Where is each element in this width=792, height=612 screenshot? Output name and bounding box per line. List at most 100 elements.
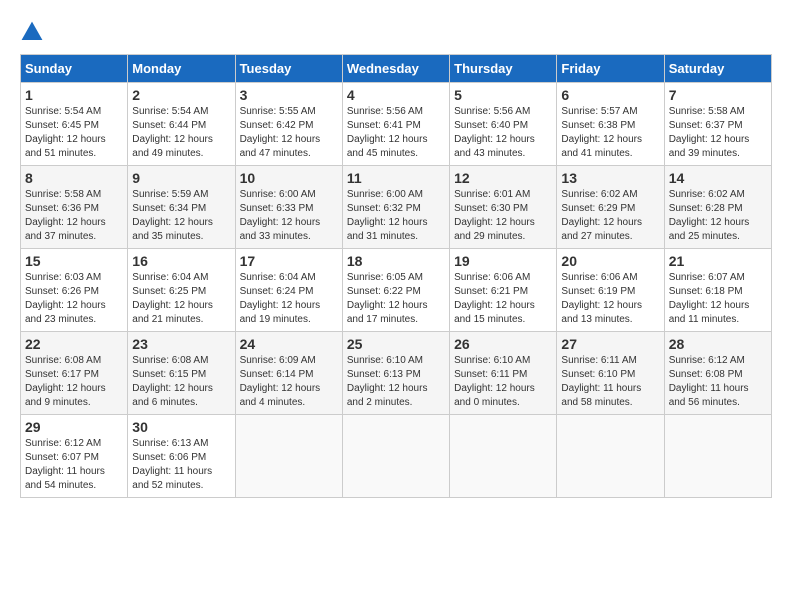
calendar-day-10: 10 Sunrise: 6:00 AMSunset: 6:33 PMDaylig… (235, 166, 342, 249)
day-number: 24 (240, 336, 338, 352)
calendar-day-29: 29 Sunrise: 6:12 AMSunset: 6:07 PMDaylig… (21, 415, 128, 498)
day-number: 11 (347, 170, 445, 186)
calendar-day-21: 21 Sunrise: 6:07 AMSunset: 6:18 PMDaylig… (664, 249, 771, 332)
calendar-day-8: 8 Sunrise: 5:58 AMSunset: 6:36 PMDayligh… (21, 166, 128, 249)
calendar-day-2: 2 Sunrise: 5:54 AMSunset: 6:44 PMDayligh… (128, 83, 235, 166)
calendar-day-28: 28 Sunrise: 6:12 AMSunset: 6:08 PMDaylig… (664, 332, 771, 415)
calendar-day-17: 17 Sunrise: 6:04 AMSunset: 6:24 PMDaylig… (235, 249, 342, 332)
calendar-day-6: 6 Sunrise: 5:57 AMSunset: 6:38 PMDayligh… (557, 83, 664, 166)
weekday-header-sunday: Sunday (21, 55, 128, 83)
day-info: Sunrise: 6:03 AMSunset: 6:26 PMDaylight:… (25, 272, 106, 325)
day-info: Sunrise: 6:08 AMSunset: 6:17 PMDaylight:… (25, 355, 106, 408)
calendar-empty (342, 415, 449, 498)
calendar-day-30: 30 Sunrise: 6:13 AMSunset: 6:06 PMDaylig… (128, 415, 235, 498)
day-info: Sunrise: 6:13 AMSunset: 6:06 PMDaylight:… (132, 438, 212, 491)
day-number: 9 (132, 170, 230, 186)
calendar-day-13: 13 Sunrise: 6:02 AMSunset: 6:29 PMDaylig… (557, 166, 664, 249)
calendar-empty (235, 415, 342, 498)
day-number: 12 (454, 170, 552, 186)
day-number: 30 (132, 419, 230, 435)
day-info: Sunrise: 5:56 AMSunset: 6:40 PMDaylight:… (454, 106, 535, 159)
day-number: 15 (25, 253, 123, 269)
calendar-day-20: 20 Sunrise: 6:06 AMSunset: 6:19 PMDaylig… (557, 249, 664, 332)
day-info: Sunrise: 6:10 AMSunset: 6:13 PMDaylight:… (347, 355, 428, 408)
calendar-day-22: 22 Sunrise: 6:08 AMSunset: 6:17 PMDaylig… (21, 332, 128, 415)
calendar-week-1: 1 Sunrise: 5:54 AMSunset: 6:45 PMDayligh… (21, 83, 772, 166)
calendar-week-3: 15 Sunrise: 6:03 AMSunset: 6:26 PMDaylig… (21, 249, 772, 332)
day-info: Sunrise: 6:02 AMSunset: 6:28 PMDaylight:… (669, 189, 750, 242)
day-info: Sunrise: 5:57 AMSunset: 6:38 PMDaylight:… (561, 106, 642, 159)
calendar-day-19: 19 Sunrise: 6:06 AMSunset: 6:21 PMDaylig… (450, 249, 557, 332)
day-number: 18 (347, 253, 445, 269)
day-info: Sunrise: 6:01 AMSunset: 6:30 PMDaylight:… (454, 189, 535, 242)
day-info: Sunrise: 5:58 AMSunset: 6:36 PMDaylight:… (25, 189, 106, 242)
day-number: 26 (454, 336, 552, 352)
day-number: 6 (561, 87, 659, 103)
day-number: 21 (669, 253, 767, 269)
calendar-day-7: 7 Sunrise: 5:58 AMSunset: 6:37 PMDayligh… (664, 83, 771, 166)
calendar-day-24: 24 Sunrise: 6:09 AMSunset: 6:14 PMDaylig… (235, 332, 342, 415)
day-number: 5 (454, 87, 552, 103)
calendar-day-3: 3 Sunrise: 5:55 AMSunset: 6:42 PMDayligh… (235, 83, 342, 166)
logo (20, 20, 48, 44)
calendar-day-14: 14 Sunrise: 6:02 AMSunset: 6:28 PMDaylig… (664, 166, 771, 249)
day-info: Sunrise: 6:00 AMSunset: 6:32 PMDaylight:… (347, 189, 428, 242)
day-number: 20 (561, 253, 659, 269)
calendar-week-5: 29 Sunrise: 6:12 AMSunset: 6:07 PMDaylig… (21, 415, 772, 498)
day-number: 3 (240, 87, 338, 103)
calendar-day-11: 11 Sunrise: 6:00 AMSunset: 6:32 PMDaylig… (342, 166, 449, 249)
day-info: Sunrise: 6:12 AMSunset: 6:07 PMDaylight:… (25, 438, 105, 491)
calendar-day-23: 23 Sunrise: 6:08 AMSunset: 6:15 PMDaylig… (128, 332, 235, 415)
weekday-header-monday: Monday (128, 55, 235, 83)
day-info: Sunrise: 5:58 AMSunset: 6:37 PMDaylight:… (669, 106, 750, 159)
day-info: Sunrise: 6:08 AMSunset: 6:15 PMDaylight:… (132, 355, 213, 408)
calendar-day-5: 5 Sunrise: 5:56 AMSunset: 6:40 PMDayligh… (450, 83, 557, 166)
weekday-header-friday: Friday (557, 55, 664, 83)
calendar-day-12: 12 Sunrise: 6:01 AMSunset: 6:30 PMDaylig… (450, 166, 557, 249)
day-info: Sunrise: 6:05 AMSunset: 6:22 PMDaylight:… (347, 272, 428, 325)
weekday-header-thursday: Thursday (450, 55, 557, 83)
weekday-header-tuesday: Tuesday (235, 55, 342, 83)
calendar-day-9: 9 Sunrise: 5:59 AMSunset: 6:34 PMDayligh… (128, 166, 235, 249)
day-info: Sunrise: 6:12 AMSunset: 6:08 PMDaylight:… (669, 355, 749, 408)
day-info: Sunrise: 6:07 AMSunset: 6:18 PMDaylight:… (669, 272, 750, 325)
day-number: 17 (240, 253, 338, 269)
day-info: Sunrise: 5:54 AMSunset: 6:44 PMDaylight:… (132, 106, 213, 159)
day-number: 8 (25, 170, 123, 186)
calendar-day-15: 15 Sunrise: 6:03 AMSunset: 6:26 PMDaylig… (21, 249, 128, 332)
calendar-empty (664, 415, 771, 498)
weekday-header-saturday: Saturday (664, 55, 771, 83)
calendar-day-4: 4 Sunrise: 5:56 AMSunset: 6:41 PMDayligh… (342, 83, 449, 166)
calendar-empty (557, 415, 664, 498)
day-info: Sunrise: 6:06 AMSunset: 6:19 PMDaylight:… (561, 272, 642, 325)
calendar-week-4: 22 Sunrise: 6:08 AMSunset: 6:17 PMDaylig… (21, 332, 772, 415)
day-number: 29 (25, 419, 123, 435)
day-number: 7 (669, 87, 767, 103)
day-info: Sunrise: 6:00 AMSunset: 6:33 PMDaylight:… (240, 189, 321, 242)
day-info: Sunrise: 5:56 AMSunset: 6:41 PMDaylight:… (347, 106, 428, 159)
calendar-day-18: 18 Sunrise: 6:05 AMSunset: 6:22 PMDaylig… (342, 249, 449, 332)
weekday-header-wednesday: Wednesday (342, 55, 449, 83)
calendar-day-16: 16 Sunrise: 6:04 AMSunset: 6:25 PMDaylig… (128, 249, 235, 332)
calendar-day-25: 25 Sunrise: 6:10 AMSunset: 6:13 PMDaylig… (342, 332, 449, 415)
day-info: Sunrise: 5:59 AMSunset: 6:34 PMDaylight:… (132, 189, 213, 242)
day-info: Sunrise: 5:55 AMSunset: 6:42 PMDaylight:… (240, 106, 321, 159)
day-number: 23 (132, 336, 230, 352)
day-info: Sunrise: 6:04 AMSunset: 6:25 PMDaylight:… (132, 272, 213, 325)
calendar-week-2: 8 Sunrise: 5:58 AMSunset: 6:36 PMDayligh… (21, 166, 772, 249)
day-info: Sunrise: 6:04 AMSunset: 6:24 PMDaylight:… (240, 272, 321, 325)
day-info: Sunrise: 5:54 AMSunset: 6:45 PMDaylight:… (25, 106, 106, 159)
day-number: 10 (240, 170, 338, 186)
day-number: 2 (132, 87, 230, 103)
day-number: 22 (25, 336, 123, 352)
day-info: Sunrise: 6:09 AMSunset: 6:14 PMDaylight:… (240, 355, 321, 408)
day-number: 1 (25, 87, 123, 103)
calendar-day-26: 26 Sunrise: 6:10 AMSunset: 6:11 PMDaylig… (450, 332, 557, 415)
day-number: 27 (561, 336, 659, 352)
day-info: Sunrise: 6:10 AMSunset: 6:11 PMDaylight:… (454, 355, 535, 408)
day-number: 19 (454, 253, 552, 269)
page-header (20, 20, 772, 44)
day-info: Sunrise: 6:11 AMSunset: 6:10 PMDaylight:… (561, 355, 641, 408)
day-number: 16 (132, 253, 230, 269)
day-info: Sunrise: 6:06 AMSunset: 6:21 PMDaylight:… (454, 272, 535, 325)
